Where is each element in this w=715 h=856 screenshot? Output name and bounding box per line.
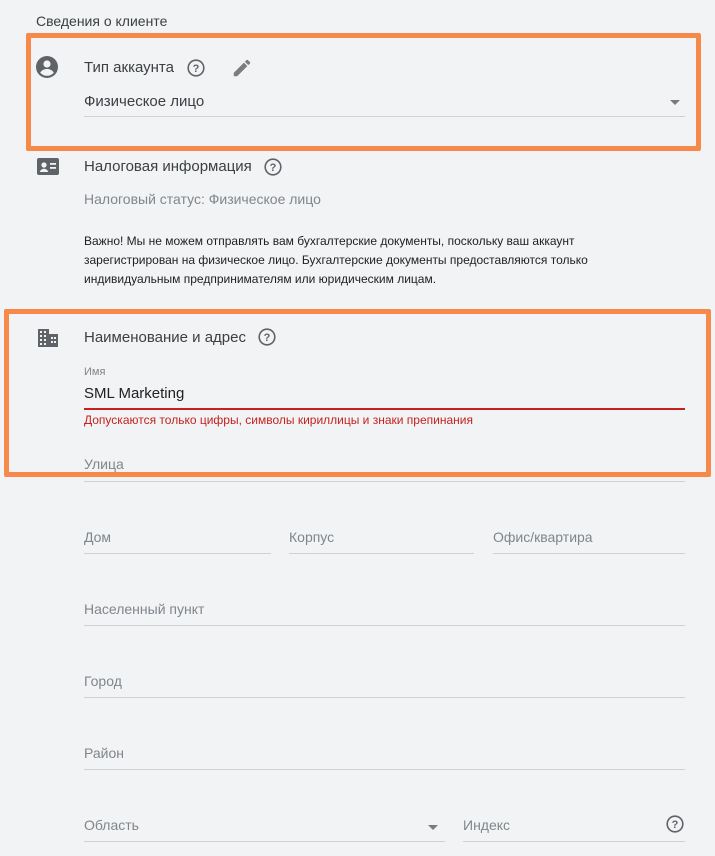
name-address-label: Наименование и адрес [84, 329, 246, 346]
dropdown-caret-icon[interactable] [428, 825, 438, 830]
city-input[interactable]: Город [84, 673, 122, 689]
street-underline [84, 481, 685, 482]
locality-input[interactable]: Населенный пункт [84, 601, 204, 617]
name-input-error-underline [84, 408, 685, 410]
street-input[interactable]: Улица [84, 456, 124, 472]
locality-underline [84, 625, 685, 626]
account-type-underline [84, 116, 685, 117]
id-card-icon [36, 155, 60, 179]
help-icon[interactable]: ? [666, 815, 684, 833]
house-input[interactable]: Дом [84, 529, 111, 545]
region-underline [84, 841, 445, 842]
tax-status: Налоговый статус: Физическое лицо [84, 191, 321, 207]
account-type-select-value[interactable]: Физическое лицо [84, 93, 204, 110]
name-error-text: Допускаются только цифры, символы кирилл… [84, 413, 473, 427]
region-select[interactable]: Область [84, 817, 139, 833]
index-input[interactable]: Индекс [463, 817, 510, 833]
city-underline [84, 697, 685, 698]
building-input[interactable]: Корпус [289, 529, 334, 545]
house-underline [84, 553, 271, 554]
svg-text:?: ? [193, 63, 200, 75]
svg-text:?: ? [264, 332, 271, 344]
highlight-account-type [26, 33, 701, 151]
office-underline [493, 553, 685, 554]
help-icon[interactable]: ? [187, 59, 205, 77]
name-field-label: Имя [84, 366, 106, 378]
name-input[interactable]: SML Marketing [84, 385, 184, 402]
index-underline [463, 841, 685, 842]
section-title: Сведения о клиенте [36, 13, 168, 29]
edit-pencil-icon[interactable] [231, 57, 253, 79]
tax-info-label: Налоговая информация [84, 158, 252, 175]
account-circle-icon [35, 55, 59, 79]
district-underline [84, 769, 685, 770]
building-underline [289, 553, 474, 554]
svg-text:?: ? [270, 162, 277, 174]
office-input[interactable]: Офис/квартира [493, 529, 593, 545]
svg-text:?: ? [672, 819, 679, 831]
dropdown-caret-icon[interactable] [670, 100, 680, 105]
account-type-label: Тип аккаунта [84, 59, 174, 76]
help-icon[interactable]: ? [264, 158, 282, 176]
building-icon [36, 326, 60, 350]
tax-notice: Важно! Мы не можем отправлять вам бухгал… [84, 234, 588, 286]
help-icon[interactable]: ? [258, 328, 276, 346]
district-input[interactable]: Район [84, 745, 124, 761]
